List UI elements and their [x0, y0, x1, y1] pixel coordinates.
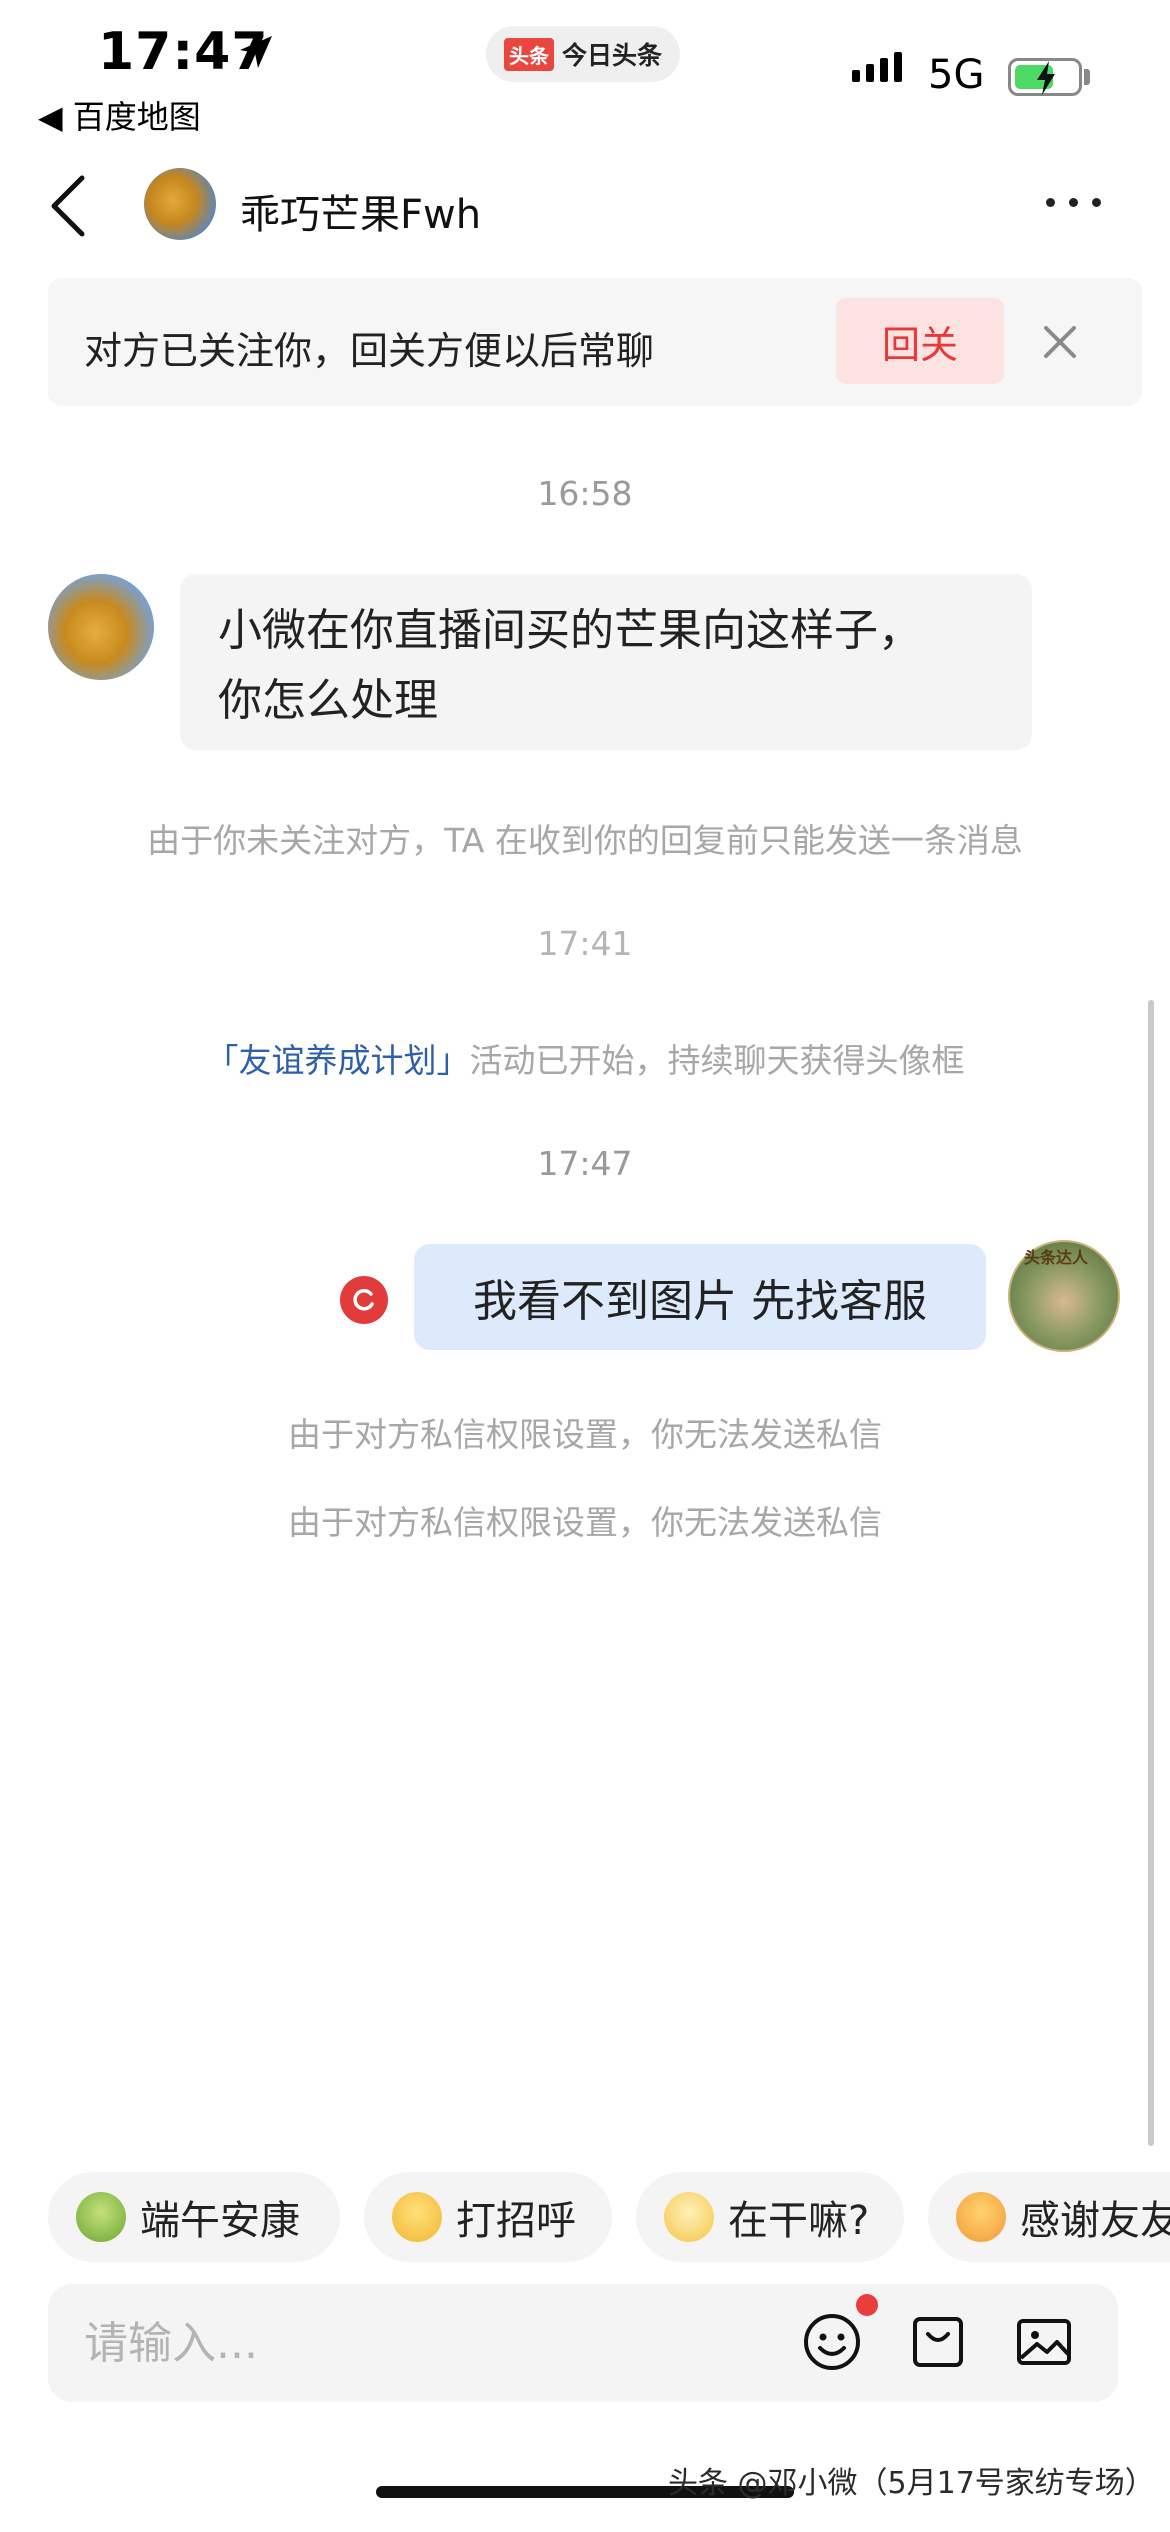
scrollbar[interactable] — [1148, 1000, 1154, 2146]
quick-reply-label: 感谢友友 — [1020, 2198, 1170, 2244]
quick-reply-label: 打招呼 — [456, 2198, 576, 2244]
follow-back-button[interactable]: 回关 — [836, 298, 1004, 384]
battery-icon — [1008, 58, 1082, 96]
quick-reply-chip[interactable]: 端午安康 — [48, 2172, 340, 2262]
emoji-icon[interactable] — [800, 2310, 864, 2374]
friendship-plan-link[interactable]: 「友谊养成计划」 — [206, 1041, 470, 1080]
quick-reply-chip[interactable]: 感谢友友 — [928, 2172, 1170, 2262]
activity-notice-text: 活动已开始，持续聊天获得头像框 — [469, 1041, 965, 1080]
image-icon[interactable] — [1012, 2310, 1076, 2374]
timestamp: 16:58 — [537, 474, 633, 513]
quick-reply-label: 端午安康 — [140, 2198, 300, 2244]
avatar-frame-label: 头条达人 — [1024, 1248, 1089, 1267]
timestamp: 17:47 — [537, 1144, 633, 1183]
resend-icon[interactable] — [340, 1276, 388, 1324]
app-pill[interactable]: 头条 今日头条 — [486, 26, 680, 82]
incoming-message-line: 小微在你直播间买的芒果向这样子， — [218, 605, 922, 656]
watermark: 头条 @邓小微（5月17号家纺专场） — [668, 2466, 1155, 2501]
incoming-message-line: 你怎么处理 — [218, 675, 438, 726]
message-input[interactable] — [84, 2310, 684, 2376]
network-type: 5G — [928, 52, 985, 98]
system-notice: 由于对方私信权限设置，你无法发送私信 — [288, 1415, 882, 1454]
battery-tip — [1084, 69, 1090, 85]
system-notice: 由于你未关注对方，TA 在收到你的回复前只能发送一条消息 — [147, 821, 1023, 860]
timestamp: 17:41 — [537, 924, 633, 963]
back-icon[interactable] — [48, 174, 88, 238]
zongzi-emoji-icon — [76, 2192, 126, 2242]
contact-name[interactable]: 乖巧芒果Fwh — [240, 182, 481, 240]
app-pill-label: 今日头条 — [561, 41, 662, 70]
location-arrow-icon — [240, 36, 272, 68]
quick-reply-chip[interactable]: 打招呼 — [364, 2172, 612, 2262]
cell-signal-icon — [852, 52, 902, 82]
wave-emoji-icon — [392, 2192, 442, 2242]
sender-avatar[interactable] — [48, 574, 154, 680]
notification-dot — [856, 2294, 878, 2316]
curious-emoji-icon — [664, 2192, 714, 2242]
grateful-emoji-icon — [956, 2192, 1006, 2242]
incoming-message[interactable]: 小微在你直播间买的芒果向这样子， 你怎么处理 — [180, 574, 1032, 750]
activity-notice: 「友谊养成计划」活动已开始，持续聊天获得头像框 — [0, 1034, 1170, 1082]
back-to-app-link[interactable]: ◀ 百度地图 — [38, 92, 201, 138]
quick-reply-chip[interactable]: 在干嘛? — [636, 2172, 904, 2262]
contact-avatar[interactable] — [144, 168, 216, 240]
quick-reply-label: 在干嘛? — [728, 2198, 870, 2244]
outgoing-message[interactable]: 我看不到图片 先找客服 — [414, 1244, 986, 1350]
system-notice: 由于对方私信权限设置，你无法发送私信 — [288, 1503, 882, 1542]
more-options-icon[interactable] — [1046, 198, 1101, 207]
follow-banner-text: 对方已关注你，回关方便以后常聊 — [84, 329, 655, 373]
toutiao-logo: 头条 — [503, 37, 554, 71]
close-icon[interactable] — [1040, 322, 1080, 362]
shopping-bag-icon[interactable] — [906, 2310, 970, 2374]
